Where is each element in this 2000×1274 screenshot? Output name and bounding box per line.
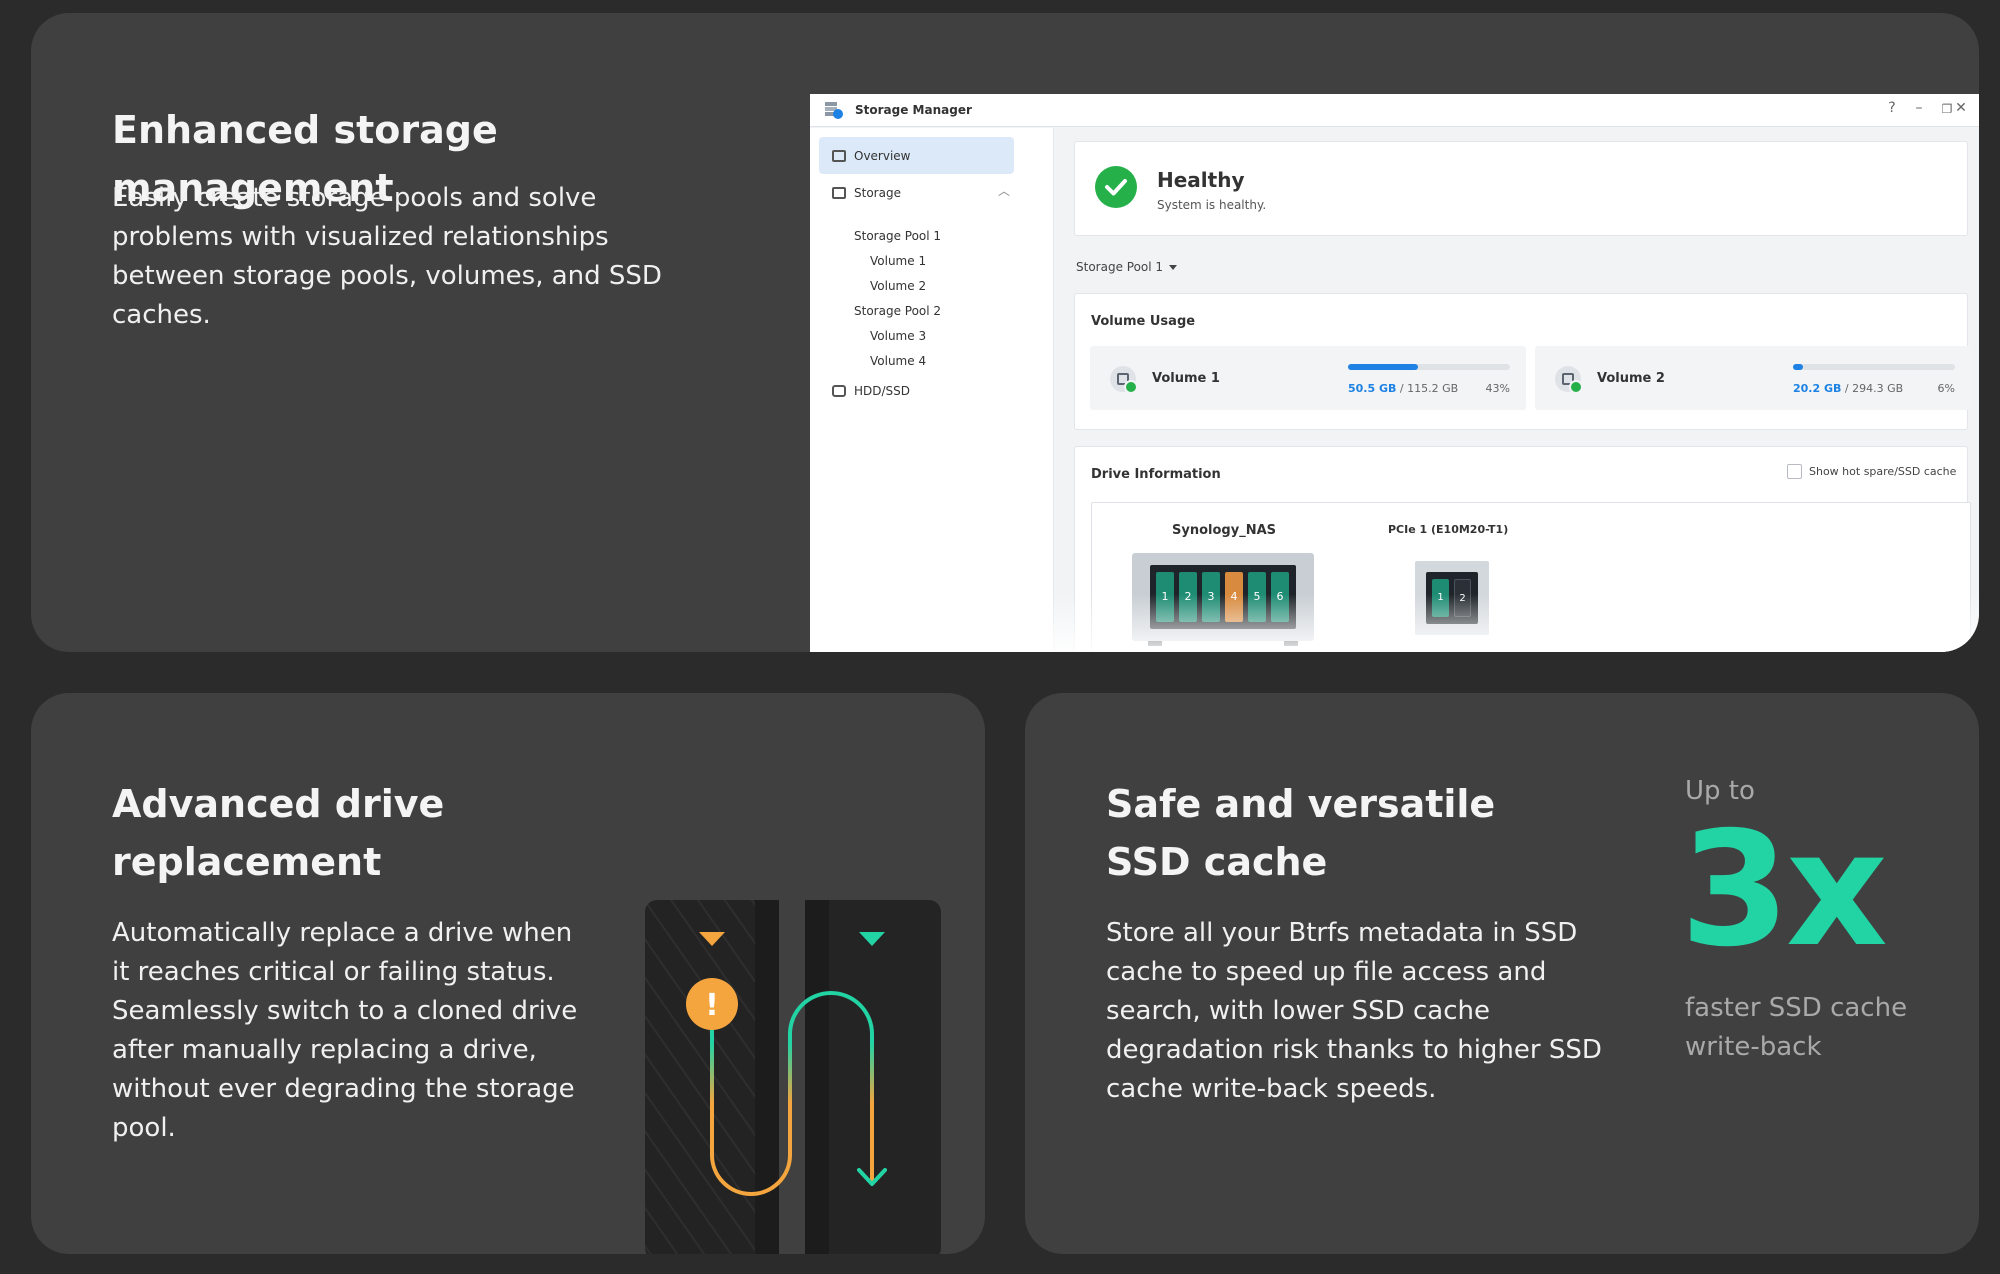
total-size: / 294.3 GB — [1844, 382, 1904, 395]
volume-name: Volume 1 — [1152, 371, 1220, 386]
warning-symbol: ! — [705, 988, 719, 1023]
usage-stats: 50.5 GB / 115.2 GB 43% — [1348, 382, 1510, 395]
drive-replacement-card: Advanced drive replacement Automatically… — [31, 693, 985, 1254]
checkbox-label[interactable]: Show hot spare/SSD cache — [1809, 465, 1956, 478]
section-title: Drive Information — [1091, 467, 1221, 482]
used-size: 50.5 GB — [1348, 382, 1397, 395]
sidebar-item-volume-4[interactable]: Volume 4 — [870, 354, 926, 368]
card-description: Automatically replace a drive when it re… — [112, 918, 578, 1143]
status-subtitle: System is healthy. — [1157, 198, 1267, 212]
chevron-up-icon[interactable]: ︿ — [998, 182, 1010, 199]
minimize-button[interactable]: – — [1910, 100, 1928, 116]
storage-management-card: Enhanced storage management Easily creat… — [31, 13, 1979, 652]
storage-pool-dropdown[interactable]: Storage Pool 1 — [1076, 260, 1178, 274]
volume-card[interactable]: Volume 1 50.5 GB / 115.2 GB 43% — [1090, 346, 1526, 410]
check-icon — [1095, 166, 1137, 208]
card-heading: Safe and versatile SSD cache — [1106, 782, 1496, 884]
sidebar-item-storage-pool-2[interactable]: Storage Pool 2 — [854, 304, 941, 318]
total-size: / 115.2 GB — [1399, 382, 1459, 395]
pcie-name: PCIe 1 (E10M20-T1) — [1388, 523, 1509, 536]
check-badge-icon — [1569, 380, 1583, 394]
stat-value: 3x — [1680, 798, 1888, 982]
drive-replacement-illustration: ! — [645, 900, 941, 1254]
volume-card[interactable]: Volume 2 20.2 GB / 294.3 GB 6% — [1535, 346, 1971, 410]
window-titlebar: Storage Manager ? – ❐ ✕ — [810, 94, 1979, 127]
dropdown-value: Storage Pool 1 — [1076, 260, 1164, 274]
usage-bar — [1348, 364, 1510, 370]
sidebar-item-storage-pool-1[interactable]: Storage Pool 1 — [854, 229, 941, 243]
close-button[interactable]: ✕ — [1952, 100, 1970, 116]
health-status-panel: Healthy System is healthy. — [1074, 141, 1968, 236]
window-title: Storage Manager — [855, 103, 972, 117]
usage-percent: 6% — [1937, 382, 1955, 395]
caret-down-icon — [1169, 265, 1178, 270]
storage-manager-app-icon — [825, 102, 843, 119]
card-heading: Advanced drive replacement — [112, 782, 445, 884]
used-size: 20.2 GB — [1793, 382, 1842, 395]
ssd-cache-card: Safe and versatile SSD cache Store all y… — [1025, 693, 1979, 1254]
sidebar-item-volume-1[interactable]: Volume 1 — [870, 254, 926, 268]
volume-name: Volume 2 — [1597, 371, 1665, 386]
drive-icon — [832, 385, 846, 397]
sidebar-item-hdd-ssd[interactable]: HDD/SSD — [819, 372, 1014, 409]
sidebar-item-label: Storage — [854, 186, 901, 200]
show-hot-spare-checkbox[interactable] — [1787, 464, 1802, 479]
usage-percent: 43% — [1485, 382, 1510, 395]
overview-icon — [832, 150, 846, 162]
sidebar: Overview Storage ︿ Storage Pool 1 Volume… — [810, 128, 1054, 652]
storage-manager-window: Storage Manager ? – ❐ ✕ Overview Storage… — [810, 94, 1979, 652]
status-title: Healthy — [1157, 168, 1245, 192]
storage-icon — [832, 187, 846, 199]
volume-usage-panel: Volume Usage Volume 1 50.5 GB / 115.2 GB… — [1074, 293, 1971, 430]
usage-bar-fill — [1348, 364, 1418, 370]
card-description: Store all your Btrfs metadata in SSD cac… — [1106, 918, 1602, 1104]
usage-stats: 20.2 GB / 294.3 GB 6% — [1793, 382, 1955, 395]
card-description: Easily create storage pools and solve pr… — [112, 183, 662, 330]
sidebar-item-storage[interactable]: Storage ︿ — [819, 174, 1014, 211]
sidebar-item-label: HDD/SSD — [854, 384, 911, 398]
nas-name: Synology_NAS — [1172, 523, 1276, 538]
usage-bar-fill — [1793, 364, 1803, 370]
sidebar-item-overview[interactable]: Overview — [819, 137, 1014, 174]
section-title: Volume Usage — [1091, 314, 1196, 329]
bottom-fade — [810, 594, 1979, 652]
check-badge-icon — [1124, 380, 1138, 394]
stat-description: faster SSD cache write-back — [1685, 993, 1908, 1062]
sidebar-item-volume-3[interactable]: Volume 3 — [870, 329, 926, 343]
help-button[interactable]: ? — [1883, 100, 1901, 116]
sidebar-item-label: Overview — [854, 149, 911, 163]
sidebar-item-volume-2[interactable]: Volume 2 — [870, 279, 926, 293]
usage-bar — [1793, 364, 1955, 370]
